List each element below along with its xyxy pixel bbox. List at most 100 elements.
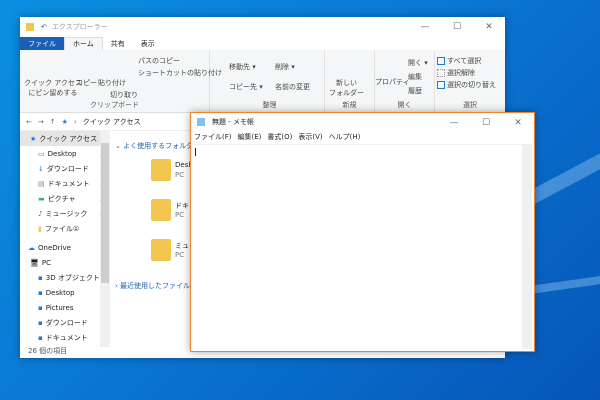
- pin-quick-access-button[interactable]: クイック アクセス にピン留めする: [24, 78, 82, 98]
- invert-selection-button[interactable]: 選択の切り替え: [437, 80, 496, 90]
- group-label: 選択: [463, 101, 477, 109]
- label: よく使用するフォルダー: [123, 142, 201, 150]
- label: Pictures: [45, 303, 74, 312]
- frequent-folders-header[interactable]: ⌄ よく使用するフォルダー: [115, 141, 200, 151]
- label: すべて選択: [447, 57, 482, 65]
- undo-icon[interactable]: ↶: [41, 23, 47, 31]
- menu-item[interactable]: 表示(V): [298, 132, 322, 142]
- label: Desktop: [45, 288, 75, 297]
- label: ダウンロード: [46, 164, 89, 173]
- vertical-scrollbar[interactable]: [522, 145, 532, 349]
- history-button[interactable]: 履歴: [408, 86, 422, 96]
- up-icon[interactable]: ↑: [50, 118, 56, 126]
- move-to-button[interactable]: 移動先 ▾: [229, 62, 256, 72]
- item-icon: ▪: [38, 303, 43, 312]
- folder-icon: [151, 199, 171, 221]
- content-pane: ⌄ よく使用するフォルダー DesktopPCドキュメントPCミュージックPC …: [115, 131, 200, 347]
- nav-pc-item[interactable]: ▪ ドキュメント: [20, 330, 110, 345]
- label: ピクチャ: [47, 194, 76, 203]
- label: PC: [41, 258, 51, 267]
- nav-item[interactable]: ▤ドキュメント📌: [20, 176, 110, 191]
- select-none-button[interactable]: 選択解除: [437, 68, 475, 78]
- notepad-titlebar: 無題 - メモ帳 — ☐ ✕: [191, 113, 534, 131]
- delete-button[interactable]: 削除 ▾: [275, 62, 295, 72]
- item-icon: ▤: [38, 179, 45, 188]
- nav-pc-item[interactable]: ▪ 3D オブジェクト: [20, 270, 110, 285]
- item-icon: ▮: [38, 224, 42, 233]
- nav-scrollbar[interactable]: [100, 131, 110, 347]
- folder-location: PC: [175, 251, 185, 259]
- group-label: 整理: [262, 101, 277, 109]
- notepad-title: 無題 - メモ帳: [212, 118, 254, 126]
- rename-button[interactable]: 名前の変更: [275, 82, 310, 92]
- group-label: 新規: [342, 101, 357, 109]
- nav-pc[interactable]: 🖥 PC: [20, 255, 110, 270]
- cut-button[interactable]: 切り取り: [110, 90, 138, 100]
- explorer-title: エクスプローラー: [51, 23, 108, 31]
- item-icon: ▪: [38, 288, 43, 297]
- tab-view[interactable]: 表示: [133, 37, 163, 50]
- maximize-button[interactable]: ☐: [470, 113, 502, 133]
- menu-item[interactable]: 書式(O): [267, 132, 292, 142]
- label: OneDrive: [38, 243, 71, 252]
- folder-tile[interactable]: ドキュメントPC: [115, 199, 195, 235]
- copy-button[interactable]: コピー: [76, 78, 97, 88]
- copy-path-button[interactable]: パスのコピー: [138, 56, 180, 66]
- notepad-window: 無題 - メモ帳 — ☐ ✕ ファイル(F) 編集(E) 書式(O) 表示(V) ヘルプ(H…: [190, 112, 535, 352]
- menu-item[interactable]: 編集(E): [238, 132, 262, 142]
- nav-item[interactable]: ▬ピクチャ📌: [20, 191, 110, 206]
- open-button[interactable]: 開く ▾: [408, 58, 428, 68]
- pc-icon: 🖥: [30, 258, 39, 267]
- forward-icon[interactable]: →: [38, 118, 44, 126]
- label: Desktop: [47, 149, 77, 158]
- item-icon: ▬: [38, 194, 45, 203]
- tab-file[interactable]: ファイル: [20, 37, 64, 50]
- menu-item[interactable]: ファイル(F): [194, 132, 232, 142]
- folder-location: PC: [175, 211, 185, 219]
- item-icon: ↓: [38, 164, 44, 173]
- maximize-button[interactable]: ☐: [441, 17, 473, 37]
- item-icon: ♪: [38, 209, 43, 218]
- folder-icon: [151, 239, 171, 261]
- notepad-icon: [197, 118, 205, 126]
- nav-item[interactable]: ↓ダウンロード📌: [20, 161, 110, 176]
- paste-shortcut-button[interactable]: ショートカットの貼り付け: [138, 68, 222, 78]
- select-all-button[interactable]: すべて選択: [437, 56, 481, 66]
- grid-icon: [437, 69, 445, 77]
- minimize-button[interactable]: —: [438, 113, 470, 133]
- item-icon: ▪: [38, 273, 43, 282]
- nav-pc-item[interactable]: ▪ Pictures: [20, 300, 110, 315]
- new-folder-button[interactable]: 新しい フォルダー: [329, 78, 364, 98]
- copy-to-button[interactable]: コピー先 ▾: [229, 82, 263, 92]
- menu-item[interactable]: ヘルプ(H): [329, 132, 361, 142]
- nav-item[interactable]: ▮ ファイル①: [20, 221, 110, 236]
- nav-item[interactable]: ▭Desktop📌: [20, 146, 110, 161]
- folder-location: PC: [175, 171, 185, 179]
- navigation-pane: ★クイック アクセス ▭Desktop📌↓ダウンロード📌▤ドキュメント📌▬ピクチ…: [20, 131, 110, 347]
- item-icon: ▪: [38, 333, 43, 342]
- minimize-button[interactable]: —: [409, 17, 441, 37]
- address-path: クイック アクセス: [82, 117, 141, 126]
- text-area[interactable]: [193, 144, 532, 349]
- nav-item[interactable]: ♪ミュージック📌: [20, 206, 110, 221]
- folder-tile[interactable]: DesktopPC: [115, 159, 195, 195]
- tab-home[interactable]: ホーム: [64, 37, 103, 50]
- properties-button[interactable]: プロパティ: [375, 77, 410, 87]
- paste-button[interactable]: 貼り付け: [98, 78, 126, 88]
- nav-pc-item[interactable]: ▪ ダウンロード: [20, 315, 110, 330]
- label: 3D オブジェクト: [45, 273, 100, 282]
- recent-files-header[interactable]: › 最近使用したファイル: [115, 281, 190, 291]
- item-icon: ▪: [38, 318, 43, 327]
- nav-onedrive[interactable]: ☁ OneDrive: [20, 240, 110, 255]
- tab-share[interactable]: 共有: [103, 37, 133, 50]
- close-button[interactable]: ✕: [502, 113, 534, 133]
- close-button[interactable]: ✕: [473, 17, 505, 37]
- folder-tile[interactable]: ミュージックPC: [115, 239, 195, 275]
- edit-button[interactable]: 編集: [408, 72, 422, 82]
- ribbon: クイック アクセス にピン留めする コピー 貼り付け パスのコピー ショートカッ…: [20, 50, 505, 113]
- back-icon[interactable]: ←: [26, 118, 32, 126]
- nav-pc-item[interactable]: ▪ Desktop: [20, 285, 110, 300]
- cloud-icon: ☁: [28, 243, 35, 252]
- nav-quick-access[interactable]: ★ クイック アクセス: [20, 131, 100, 146]
- status-bar: 26 個の項目: [28, 347, 68, 355]
